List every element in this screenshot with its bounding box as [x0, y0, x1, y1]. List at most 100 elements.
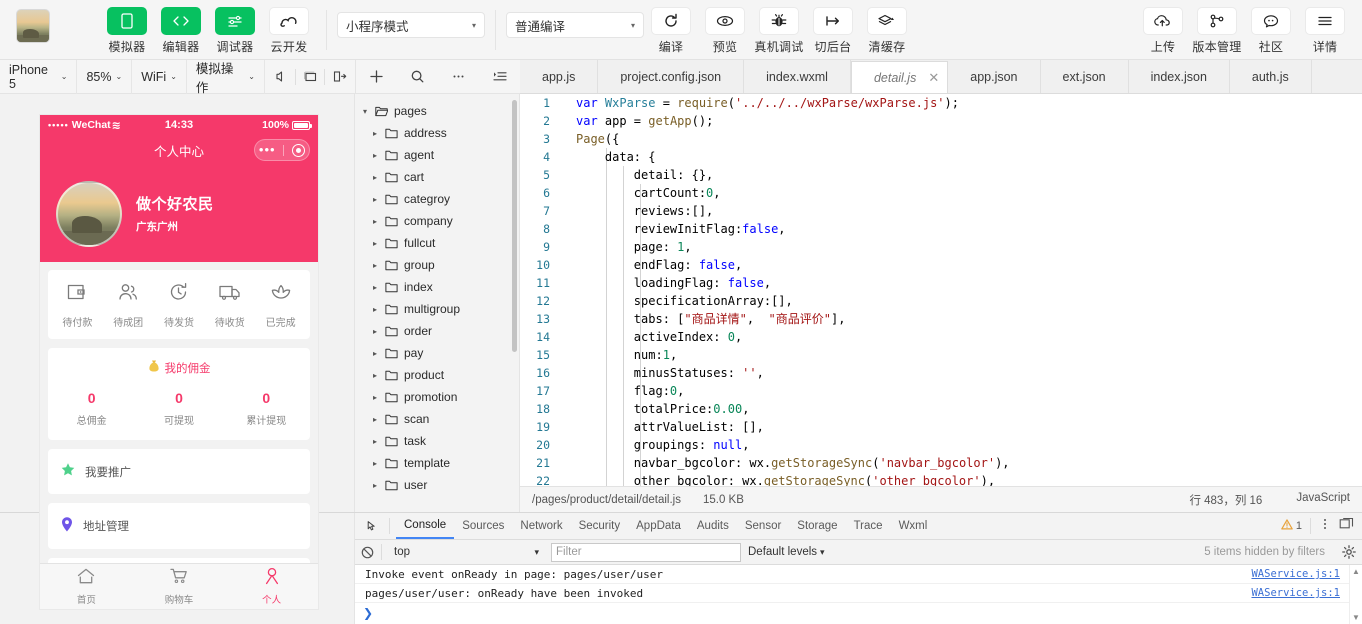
tree-item-index[interactable]: ▸ index — [355, 276, 519, 298]
network-select[interactable]: WiFi ⌄ — [132, 59, 187, 94]
mock-operation-select[interactable]: 模拟操作 ⌄ — [187, 59, 265, 95]
code-text[interactable]: tabs: ["商品详情", "商品评价"], — [562, 310, 846, 328]
commission-stat-1[interactable]: 0 可提现 — [135, 390, 222, 427]
console-log-levels-select[interactable]: Default levels ▾ — [748, 546, 825, 558]
tabbar-item-cart[interactable]: 购物车 — [133, 567, 226, 606]
tree-item-pay[interactable]: ▸ pay — [355, 342, 519, 364]
file-tree-pane[interactable]: ▾ pages ▸ address ▸ agent ▸ cart ▸ categroy ▸ compa… — [355, 94, 520, 512]
compile-mode-select[interactable]: 小程序模式 ▾ — [337, 12, 485, 38]
code-text[interactable]: groupings: null, — [562, 436, 750, 454]
code-text[interactable]: detail: {}, — [562, 166, 713, 184]
console-scrollbar[interactable]: ▲ ▼ — [1349, 565, 1362, 624]
chevron-down-icon[interactable]: ▼ — [1352, 613, 1360, 622]
chevron-right-icon[interactable]: ▸ — [373, 305, 385, 314]
code-text[interactable]: attrValueList: [], — [562, 418, 764, 436]
code-text[interactable]: navbar_bgcolor: wx.getStorageSync('navba… — [562, 454, 1010, 472]
more-icon[interactable] — [448, 66, 470, 88]
editor-button[interactable]: 编辑器 — [154, 7, 208, 55]
chevron-right-icon[interactable]: ▸ — [373, 217, 385, 226]
code-text[interactable]: var app = getApp(); — [562, 112, 713, 130]
editor-tab-index-json[interactable]: index.json — [1128, 60, 1230, 93]
chevron-down-icon[interactable]: ▾ — [363, 107, 375, 116]
tree-item-pages[interactable]: ▾ pages — [355, 100, 519, 122]
code-text[interactable]: flag:0, — [562, 382, 685, 400]
devtools-tab-security[interactable]: Security — [571, 513, 629, 539]
device-select[interactable]: iPhone 5 ⌄ — [0, 59, 78, 94]
devtools-tab-sources[interactable]: Sources — [454, 513, 512, 539]
cursor-position-label[interactable]: 行 483，列 16 — [1189, 492, 1262, 508]
devtools-tab-console[interactable]: Console — [396, 513, 455, 539]
mute-icon[interactable] — [269, 65, 293, 89]
editor-tab-project-config-json[interactable]: project.config.json — [598, 60, 745, 93]
version-control-button[interactable]: 版本管理 — [1190, 7, 1244, 55]
chevron-right-icon[interactable]: ▸ — [373, 283, 385, 292]
devtools-tab-sensor[interactable]: Sensor — [737, 513, 789, 539]
language-mode-label[interactable]: JavaScript — [1296, 492, 1350, 508]
menu-item-promote[interactable]: 我要推广 — [48, 449, 310, 494]
cloud-dev-button[interactable]: 云开发 — [262, 7, 316, 55]
file-tree-scrollbar[interactable] — [512, 100, 517, 352]
code-text[interactable]: reviews:[], — [562, 202, 713, 220]
order-status-item-4[interactable]: 已完成 — [255, 282, 306, 329]
tree-item-task[interactable]: ▸ task — [355, 430, 519, 452]
collapse-icon[interactable] — [489, 66, 511, 88]
chevron-right-icon[interactable]: ▸ — [373, 459, 385, 468]
order-status-item-2[interactable]: 待发货 — [154, 282, 205, 329]
code-text[interactable]: var WxParse = require('../../../wxParse/… — [562, 94, 959, 112]
editor-tab-app-json[interactable]: app.json — [948, 60, 1041, 93]
order-status-item-1[interactable]: 待成团 — [103, 282, 154, 329]
code-text[interactable]: num:1, — [562, 346, 677, 364]
preview-button[interactable]: 预览 — [698, 7, 752, 55]
status-badge[interactable]: 1 — [1281, 519, 1302, 533]
avatar[interactable] — [56, 180, 122, 247]
code-text[interactable]: cartCount:0, — [562, 184, 721, 202]
tree-item-multigroup[interactable]: ▸ multigroup — [355, 298, 519, 320]
code-text[interactable]: other_bgcolor: wx.getStorageSync('other_… — [562, 472, 995, 486]
editor-tab-auth-js[interactable]: auth.js — [1229, 60, 1312, 93]
chevron-up-icon[interactable]: ▲ — [1352, 567, 1360, 576]
chevron-right-icon[interactable]: ▸ — [373, 261, 385, 270]
chevron-right-icon[interactable]: ▸ — [373, 129, 385, 138]
user-avatar-thumbnail[interactable] — [16, 9, 50, 43]
chevron-right-icon[interactable]: ▸ — [373, 195, 385, 204]
code-editor[interactable]: 1 var WxParse = require('../../../wxParse… — [520, 94, 1362, 486]
code-text[interactable]: specificationArray:[], — [562, 292, 793, 310]
wechat-capsule-menu[interactable]: ••• — [254, 139, 310, 161]
tabbar-item-profile[interactable]: 个人 — [225, 567, 318, 606]
editor-tab-ext-json[interactable]: ext.json — [1040, 60, 1129, 93]
console-output[interactable]: Invoke event onReady in page: pages/user… — [355, 565, 1362, 624]
tree-item-categroy[interactable]: ▸ categroy — [355, 188, 519, 210]
devtools-tab-network[interactable]: Network — [512, 513, 570, 539]
console-log-source-link[interactable]: WAService.js:1 — [1251, 568, 1340, 580]
editor-tab-app-js[interactable]: app.js — [520, 60, 599, 93]
zoom-select[interactable]: 85% ⌄ — [77, 59, 133, 94]
compile-type-select[interactable]: 普通编译 ▾ — [506, 12, 644, 38]
chevron-right-icon[interactable]: ▸ — [373, 393, 385, 402]
devtools-tab-audits[interactable]: Audits — [689, 513, 737, 539]
close-circle-icon[interactable] — [292, 143, 306, 157]
tree-item-group[interactable]: ▸ group — [355, 254, 519, 276]
settings-gear-icon[interactable] — [1332, 545, 1362, 559]
tree-item-user[interactable]: ▸ user — [355, 474, 519, 496]
chevron-right-icon[interactable]: ▸ — [373, 151, 385, 160]
commission-stat-2[interactable]: 0 累计提现 — [223, 390, 310, 427]
commission-stat-0[interactable]: 0 总佣金 — [48, 390, 135, 427]
inspect-element-icon[interactable] — [361, 520, 383, 533]
order-status-item-0[interactable]: 待付款 — [52, 282, 103, 329]
background-switch-button[interactable]: 切后台 — [806, 7, 860, 55]
console-filter-input[interactable]: Filter — [551, 542, 741, 562]
code-text[interactable]: minusStatuses: '', — [562, 364, 764, 382]
community-button[interactable]: 社区 — [1244, 7, 1298, 55]
tree-item-address[interactable]: ▸ address — [355, 122, 519, 144]
code-text[interactable]: loadingFlag: false, — [562, 274, 771, 292]
tree-item-agent[interactable]: ▸ agent — [355, 144, 519, 166]
chevron-right-icon[interactable]: ▸ — [373, 415, 385, 424]
tree-item-template[interactable]: ▸ template — [355, 452, 519, 474]
tree-item-product[interactable]: ▸ product — [355, 364, 519, 386]
editor-tab-detail-js[interactable]: detail.js ✕ — [850, 61, 949, 93]
chevron-right-icon[interactable]: ▸ — [373, 349, 385, 358]
clear-cache-button[interactable]: 清缓存 — [860, 7, 914, 55]
upload-button[interactable]: 上传 — [1136, 7, 1190, 55]
tree-item-order[interactable]: ▸ order — [355, 320, 519, 342]
devtools-tab-wxml[interactable]: Wxml — [891, 513, 936, 539]
